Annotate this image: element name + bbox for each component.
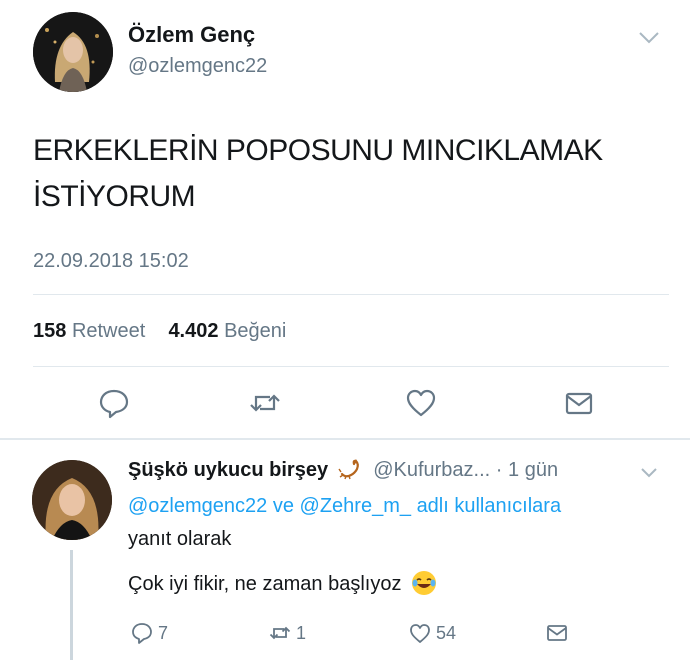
reply-retweet-button[interactable]: 1: [268, 620, 306, 646]
main-tweet: Özlem Genç @ozlemgenc22 ERKEKLERİN POPOS…: [0, 0, 690, 440]
like-icon[interactable]: [404, 386, 438, 420]
scorpion-emoji-icon: [338, 458, 364, 480]
divider: [33, 294, 669, 295]
reply-to-connector: ve: [272, 495, 294, 517]
reply-like-button[interactable]: 54: [408, 620, 456, 646]
reply-author-handle[interactable]: @Kufurbaz...: [373, 459, 490, 481]
retweet-icon: [269, 626, 291, 640]
retweet-count: 1: [296, 622, 307, 643]
message-icon: [547, 625, 567, 641]
reply-header: Şüşkö uykucu birşey @Kufurbaz... · 1 gün: [128, 458, 558, 482]
tweet-timestamp[interactable]: 22.09.2018 15:02: [33, 250, 189, 273]
tweet-text: ERKEKLERİN POPOSUNU MINCIKLAMAK İSTİYORU…: [33, 128, 653, 220]
divider: [33, 366, 669, 367]
author-handle[interactable]: @ozlemgenc22: [128, 55, 267, 78]
reply-to-line2: yanıt olarak: [128, 528, 232, 550]
like-count: 54: [436, 622, 457, 643]
like-icon: [410, 624, 430, 643]
reply-text-content: Çok iyi fikir, ne zaman başlıyoz: [128, 573, 402, 595]
author-name[interactable]: Özlem Genç: [128, 22, 255, 48]
message-icon[interactable]: [562, 386, 596, 420]
reply-message-button[interactable]: [545, 620, 573, 646]
tweet-text-line: İSTİYORUM: [33, 180, 196, 213]
reply-author-avatar[interactable]: [32, 460, 112, 540]
tweet-text-line: ERKEKLERİN POPOSUNU MINCIKLAMAK: [33, 134, 603, 167]
thread-line: [70, 550, 73, 660]
reply-to-line: @ozlemgenc22 ve @Zehre_m_ adlı kullanıcı…: [128, 495, 561, 518]
reply-reply-button[interactable]: 7: [130, 620, 168, 646]
retweet-label[interactable]: Retweet: [72, 320, 145, 342]
reply-to-suffix: adlı kullanıcılara: [416, 495, 562, 517]
reply-tweet: Şüşkö uykucu birşey @Kufurbaz... · 1 gün…: [0, 440, 690, 664]
like-label[interactable]: Beğeni: [224, 320, 286, 342]
retweet-count[interactable]: 158: [33, 320, 66, 342]
reply-count: 7: [158, 622, 169, 643]
tweet-stats: 158 Retweet 4.402 Beğeni: [33, 320, 286, 343]
retweet-icon[interactable]: [248, 386, 282, 420]
chevron-down-icon[interactable]: [640, 466, 658, 479]
reply-text: Çok iyi fikir, ne zaman başlıyoz: [128, 570, 437, 596]
mention-link[interactable]: @Zehre_m_: [300, 495, 411, 517]
reply-icon[interactable]: [97, 386, 131, 420]
mention-link[interactable]: @ozlemgenc22: [128, 495, 267, 517]
reply-author-name[interactable]: Şüşkö uykucu birşey: [128, 459, 328, 481]
reply-time[interactable]: · 1 gün: [496, 459, 558, 481]
laughing-emoji-icon: [411, 570, 437, 596]
author-avatar[interactable]: [33, 12, 113, 92]
chevron-down-icon[interactable]: [638, 30, 660, 46]
like-count[interactable]: 4.402: [168, 320, 218, 342]
reply-icon: [132, 623, 152, 644]
